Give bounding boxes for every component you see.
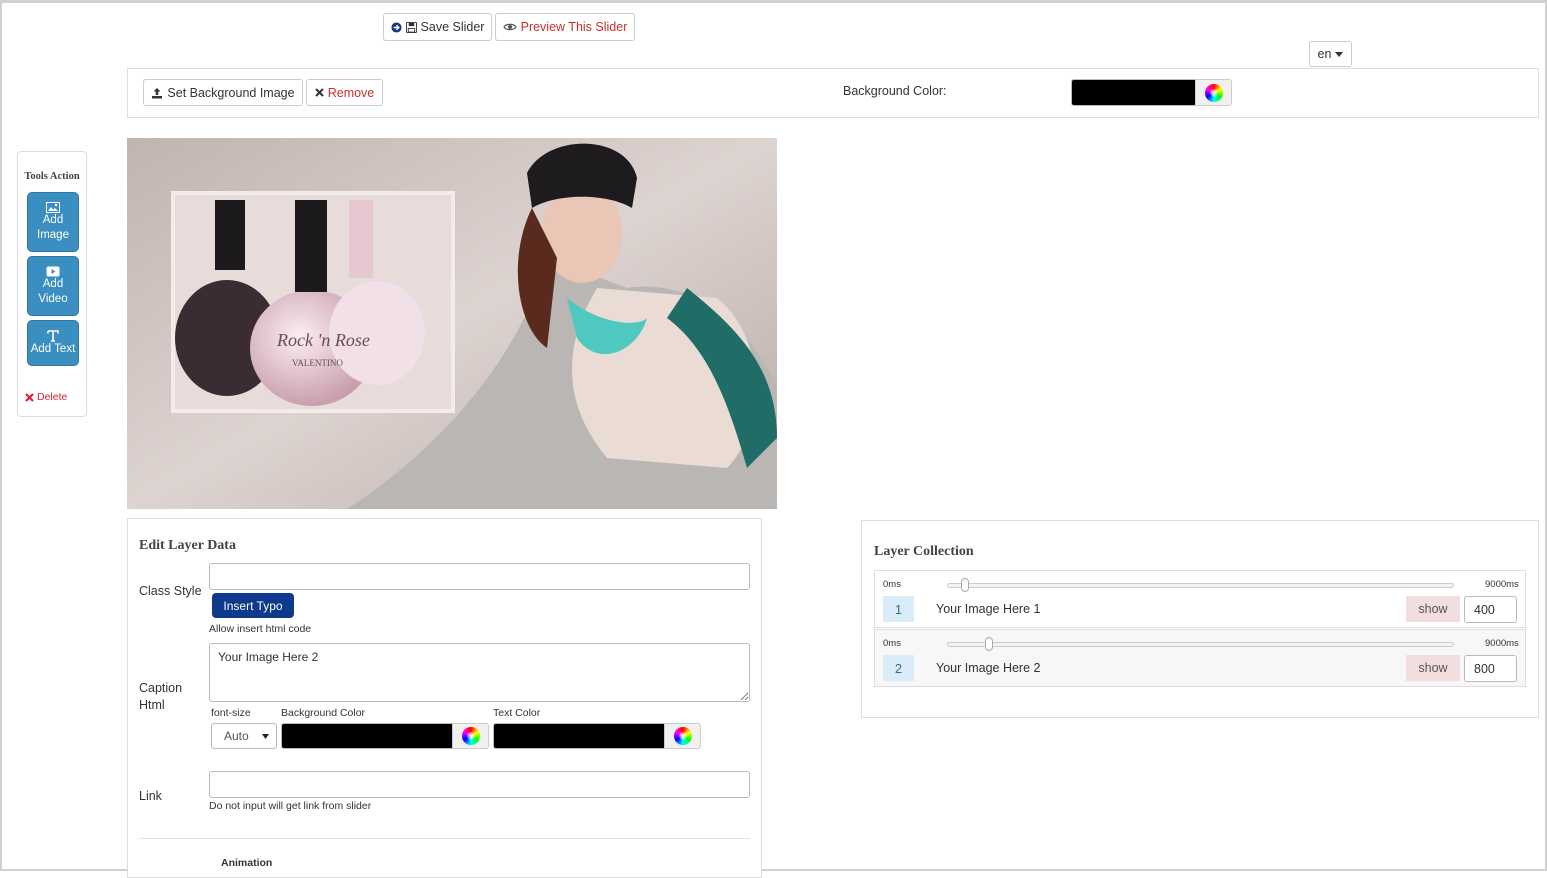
tools-action-panel: Tools Action Add Image Add Video Add Tex…: [17, 151, 87, 417]
add-video-label: Add Video: [38, 277, 68, 305]
set-background-image-label: Set Background Image: [167, 85, 295, 100]
link-input[interactable]: [209, 771, 750, 798]
caret-down-icon: [1335, 51, 1344, 57]
text-icon: [47, 329, 59, 342]
add-image-button[interactable]: Add Image: [27, 192, 79, 252]
color-wheel-icon: [1204, 83, 1223, 102]
x-icon: [25, 392, 34, 402]
add-image-label: Add Image: [37, 213, 69, 241]
save-slider-label: Save Slider: [420, 20, 485, 34]
edit-layer-title: Edit Layer Data: [139, 538, 236, 553]
svg-text:Rock 'n Rose: Rock 'n Rose: [276, 330, 370, 350]
delete-layer-button[interactable]: Delete: [25, 391, 67, 403]
layer-number-badge: 1: [883, 596, 914, 622]
upload-icon: [151, 87, 163, 99]
animation-label: Animation: [221, 857, 273, 869]
eye-icon: [502, 22, 517, 32]
x-icon: [315, 88, 324, 97]
language-value: en: [1317, 47, 1332, 61]
layer-collection-title: Layer Collection: [874, 544, 974, 559]
preview-slider-button[interactable]: Preview This Slider: [495, 13, 635, 41]
preview-slider-label: Preview This Slider: [520, 20, 628, 34]
arrow-circle-right-icon: [390, 21, 402, 33]
allow-html-note: Allow insert html code: [209, 623, 312, 635]
timeline-handle[interactable]: [961, 578, 969, 592]
timeline-end-label: 9000ms: [1485, 638, 1519, 649]
font-size-value: Auto: [224, 729, 249, 743]
timeline-track[interactable]: [947, 637, 1454, 651]
timeline-start-label: 0ms: [883, 638, 901, 649]
font-size-label: font-size: [211, 707, 251, 719]
show-layer-button[interactable]: show: [1406, 655, 1460, 681]
layer-bg-color-swatch[interactable]: [281, 723, 453, 749]
show-layer-button[interactable]: show: [1406, 596, 1460, 622]
timeline-start-label: 0ms: [883, 579, 901, 590]
remove-background-button[interactable]: Remove: [306, 79, 383, 106]
layer-duration-input[interactable]: 400: [1464, 596, 1517, 623]
background-color-picker-button[interactable]: [1195, 79, 1232, 106]
font-size-select[interactable]: Auto: [211, 723, 277, 749]
text-color-picker-button[interactable]: [664, 723, 701, 749]
delete-label: Delete: [37, 391, 68, 403]
caret-down-icon: [262, 733, 269, 739]
background-color-label: Background Color:: [843, 84, 947, 98]
svg-text:VALENTINO: VALENTINO: [292, 358, 343, 368]
insert-typo-button[interactable]: Insert Typo: [212, 593, 294, 618]
color-wheel-icon: [673, 727, 692, 745]
tools-action-title: Tools Action: [24, 171, 80, 182]
layer-collection-panel: Layer Collection 0ms 9000ms 1 Your Image…: [861, 520, 1539, 718]
caption-html-label: Caption Html: [139, 681, 183, 712]
link-label: Link: [139, 789, 162, 803]
slider-preview-canvas[interactable]: Rock 'n Rose VALENTINO: [127, 138, 777, 509]
text-color-label: Text Color: [493, 707, 541, 719]
language-dropdown[interactable]: en: [1309, 41, 1352, 67]
class-style-input[interactable]: [209, 563, 750, 590]
layer-name: Your Image Here 2: [936, 661, 1041, 675]
timeline-track[interactable]: [947, 578, 1454, 592]
timeline-end-label: 9000ms: [1485, 579, 1519, 590]
layer-bg-color-label: Background Color: [281, 707, 366, 719]
layer-name: Your Image Here 1: [936, 602, 1041, 616]
background-color-swatch[interactable]: [1071, 79, 1196, 106]
layer-row[interactable]: 0ms 9000ms 1 Your Image Here 1 show 400: [874, 570, 1526, 628]
add-text-label: Add Text: [30, 342, 76, 355]
class-style-label: Class Style: [139, 584, 202, 598]
slider-background-image: Rock 'n Rose VALENTINO: [127, 138, 777, 509]
image-icon: [46, 201, 60, 213]
timeline-handle[interactable]: [985, 637, 993, 651]
set-background-image-button[interactable]: Set Background Image: [143, 79, 303, 106]
add-video-button[interactable]: Add Video: [27, 256, 79, 316]
video-icon: [46, 266, 60, 277]
color-wheel-icon: [461, 727, 480, 745]
add-text-button[interactable]: Add Text: [27, 320, 79, 366]
divider: [139, 838, 750, 839]
layer-duration-input[interactable]: 800: [1464, 655, 1517, 682]
save-slider-button[interactable]: Save Slider: [383, 13, 492, 41]
text-color-swatch[interactable]: [493, 723, 665, 749]
layer-bg-color-picker-button[interactable]: [452, 723, 489, 749]
layer-row[interactable]: 0ms 9000ms 2 Your Image Here 2 show 800: [874, 629, 1526, 687]
link-note: Do not input will get link from slider: [209, 800, 372, 812]
caption-html-textarea[interactable]: Your Image Here 2: [209, 643, 750, 702]
layer-number-badge: 2: [883, 655, 914, 681]
floppy-disk-icon: [405, 21, 417, 33]
remove-label: Remove: [327, 85, 375, 100]
